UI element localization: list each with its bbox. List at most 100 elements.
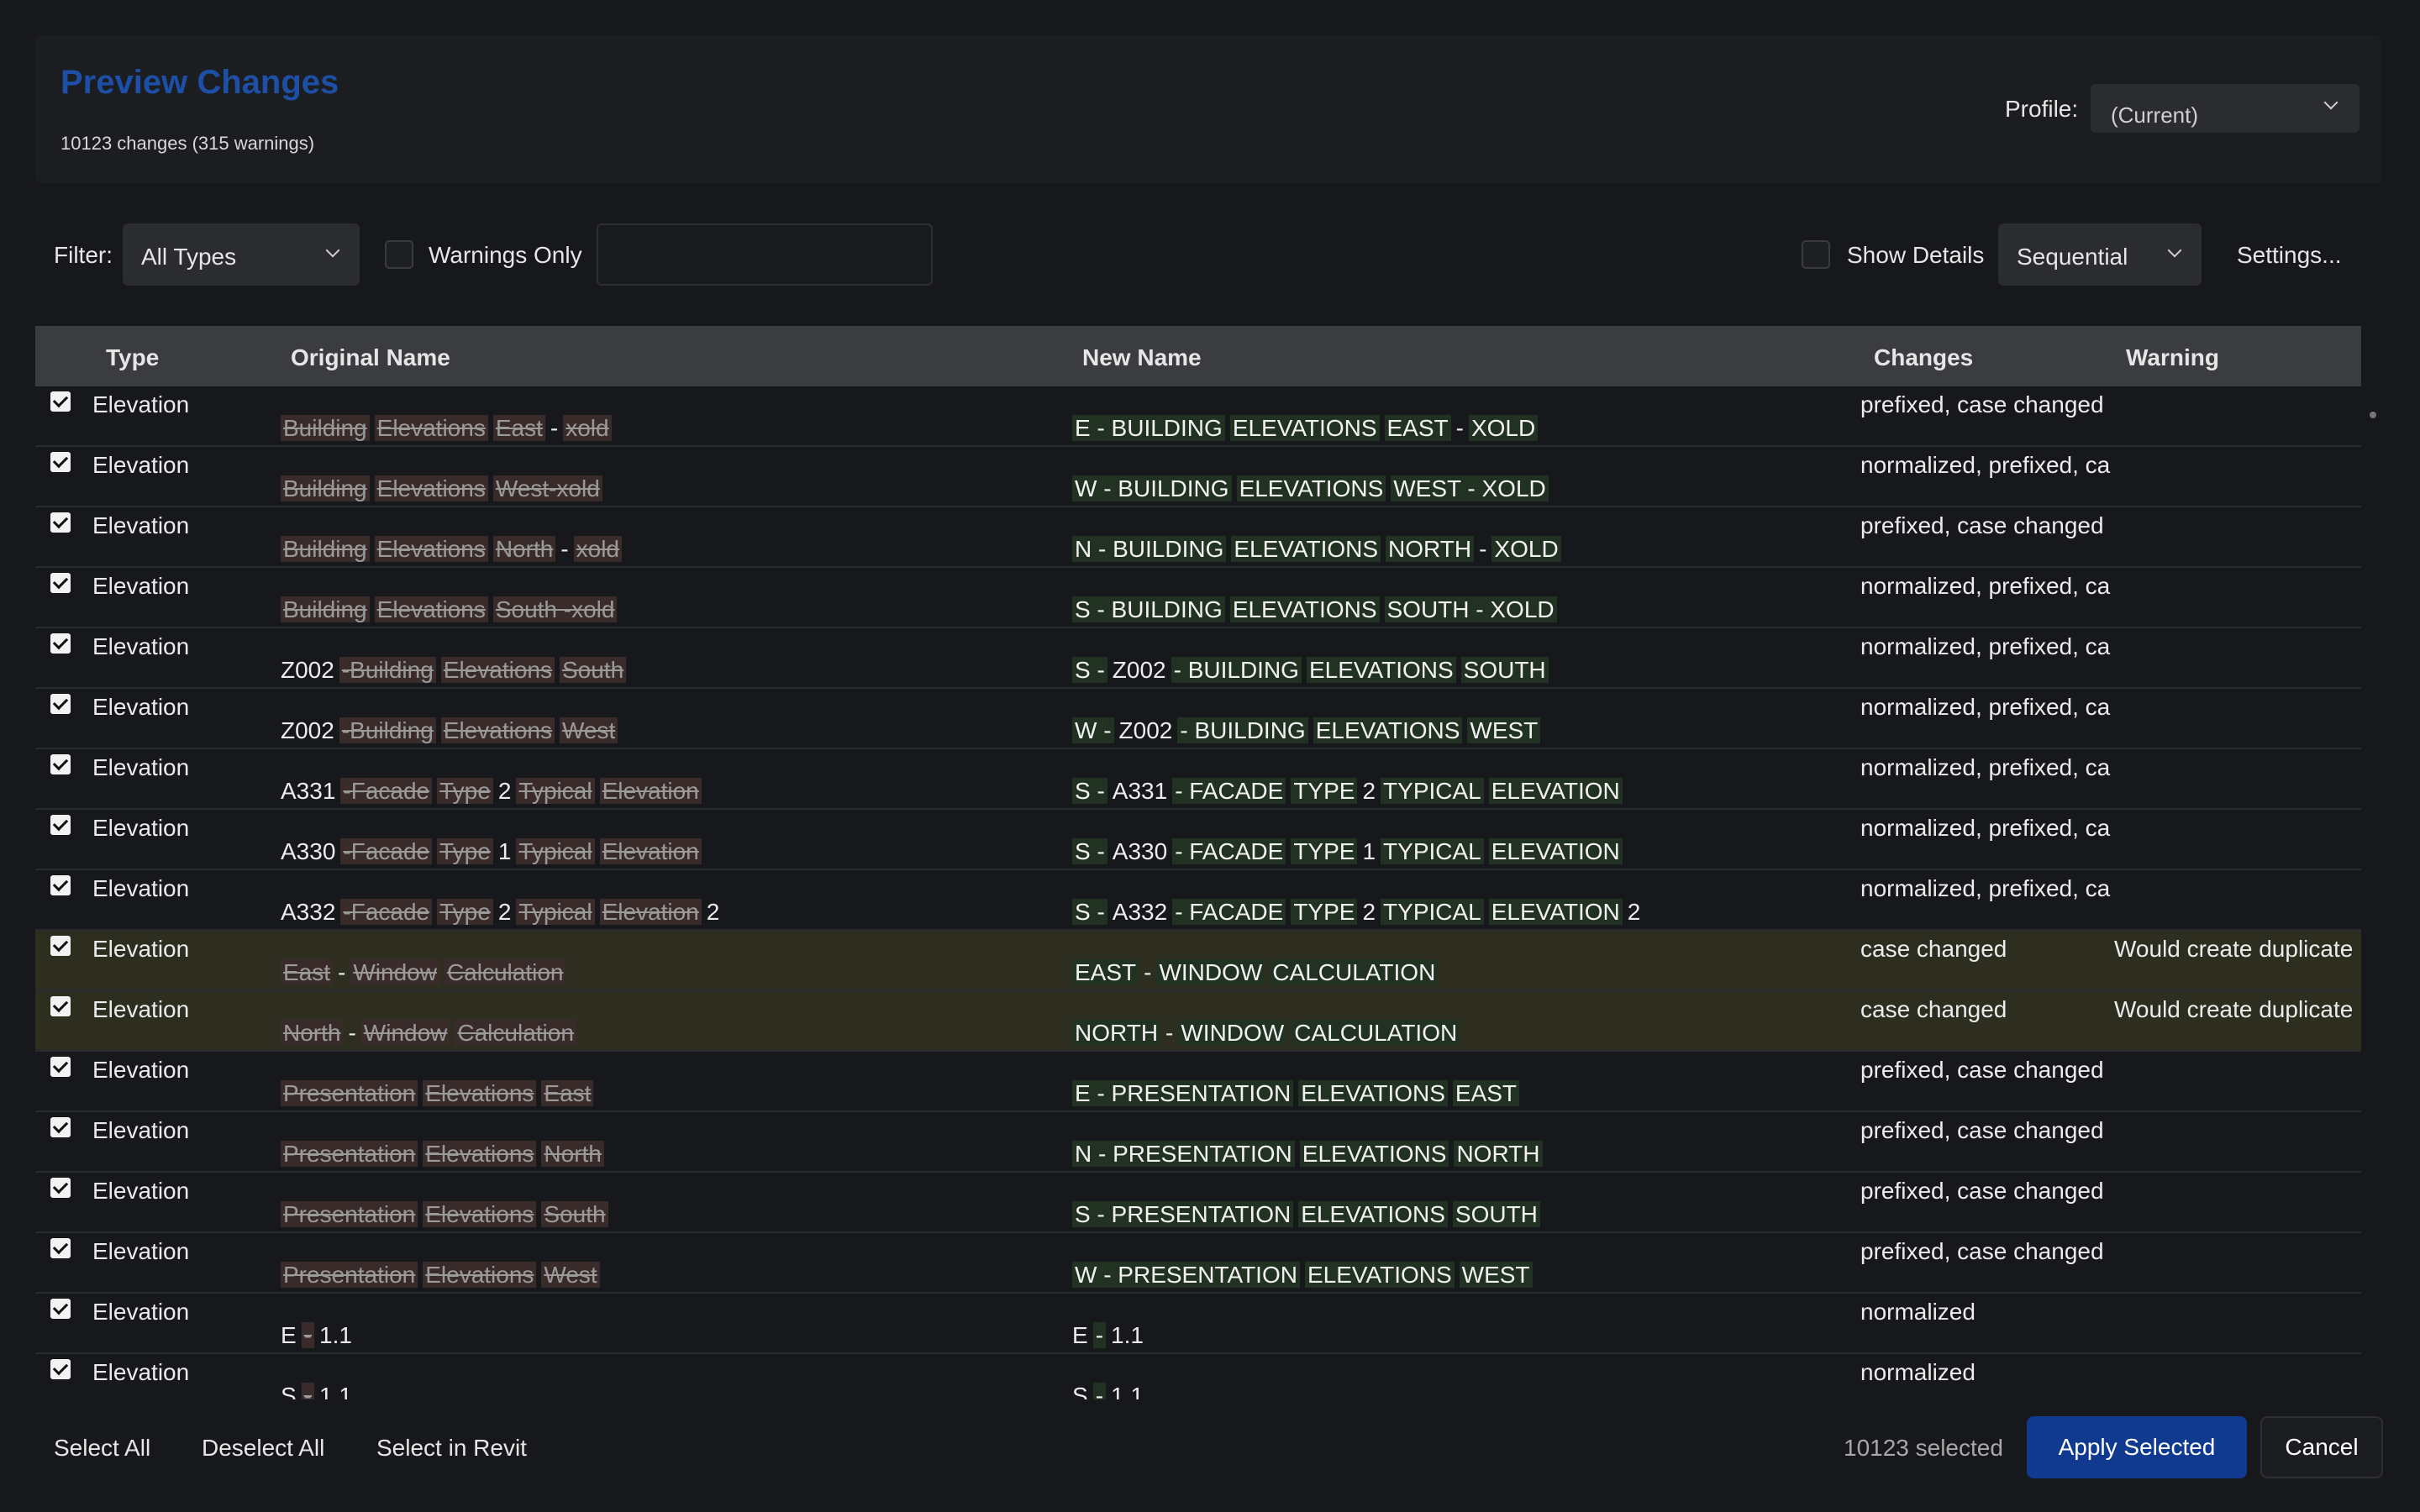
added-token: WINDOW (1156, 959, 1265, 985)
removed-token: Elevations (423, 1201, 537, 1227)
type-filter-dropdown[interactable]: All Types (123, 223, 360, 286)
row-checkbox[interactable] (50, 996, 71, 1016)
type-cell: Elevation (92, 875, 190, 901)
added-token: WEST (1459, 1262, 1533, 1288)
removed-token: East (541, 1080, 594, 1106)
changes-cell: prefixed, case changed (1860, 1057, 2104, 1083)
row-checkbox[interactable] (50, 512, 71, 533)
added-token: SOUTH (1452, 1201, 1540, 1227)
mode-dropdown[interactable]: Sequential (1998, 223, 2202, 286)
original-name-cell: A331 -Facade Type 2 Typical Elevation (281, 778, 707, 805)
table-row[interactable]: Elevation Z002 -Building Elevations West W -Z… (35, 689, 2361, 749)
removed-token: -Facade (340, 778, 433, 804)
removed-token: Building (281, 536, 370, 562)
row-checkbox[interactable] (50, 391, 71, 412)
added-token: NORTH (1386, 536, 1475, 562)
table-header: Type Original Name New Name Changes Warn… (35, 326, 2361, 386)
table-row[interactable]: Elevation Building Elevations North - xold N -… (35, 507, 2361, 568)
footer-bar: Select All Deselect All Select in Revit … (35, 1416, 2383, 1483)
changes-cell: case changed (1860, 936, 2007, 962)
new-name-cell: W - Z002- BUILDING ELEVATIONS WEST (1072, 717, 1545, 744)
removed-token: Elevations (374, 475, 488, 501)
show-details-checkbox[interactable] (1802, 240, 1830, 269)
warnings-only-checkbox[interactable] (385, 240, 413, 269)
removed-token: North (541, 1141, 604, 1167)
removed-token: Elevations (440, 717, 555, 743)
settings-button[interactable]: Settings... (2237, 242, 2342, 269)
table-row[interactable]: Elevation S -1.1 S -1.1 normalized (35, 1354, 2361, 1399)
table-row[interactable]: Elevation A330 -Facade Type 1 Typical Elevatio… (35, 810, 2361, 870)
select-in-revit-button[interactable]: Select in Revit (376, 1435, 527, 1462)
added-token: ELEVATION (1488, 899, 1623, 925)
table-row[interactable]: Elevation A332 -Facade Type 2 Typical Elevatio… (35, 870, 2361, 931)
deselect-all-button[interactable]: Deselect All (202, 1435, 324, 1462)
column-header-type[interactable]: Type (106, 344, 159, 371)
row-checkbox[interactable] (50, 1238, 71, 1258)
table-row[interactable]: Elevation Presentation Elevations West W - P… (35, 1233, 2361, 1294)
row-checkbox[interactable] (50, 1178, 71, 1198)
type-cell: Elevation (92, 633, 190, 659)
table-row[interactable]: Elevation North - Window Calculation NORTH - WI… (35, 991, 2361, 1052)
new-name-cell: S - A332- FACADE TYPE 2 TYPICAL ELEVATION 2 (1072, 899, 1645, 926)
row-checkbox[interactable] (50, 936, 71, 956)
table-row[interactable]: Elevation Presentation Elevations North N - … (35, 1112, 2361, 1173)
profile-dropdown[interactable]: (Current) (2091, 84, 2360, 133)
removed-token: Presentation (281, 1141, 418, 1167)
added-token: NORTH (1072, 1020, 1161, 1046)
row-checkbox[interactable] (50, 1057, 71, 1077)
added-token: ELEVATIONS (1298, 1080, 1448, 1106)
row-checkbox[interactable] (50, 694, 71, 714)
removed-token: - (301, 1383, 315, 1399)
row-checkbox[interactable] (50, 1117, 71, 1137)
original-name-cell: Presentation Elevations West (281, 1262, 605, 1289)
added-token: TYPE (1291, 899, 1358, 925)
table-body: Elevation Building Elevations East - xold E - … (35, 386, 2361, 1399)
row-checkbox[interactable] (50, 1299, 71, 1319)
table-row[interactable]: Elevation E -1.1 E -1.1 normalized (35, 1294, 2361, 1354)
removed-token: Building (281, 475, 370, 501)
cancel-button[interactable]: Cancel (2260, 1416, 2383, 1478)
column-header-original-name[interactable]: Original Name (291, 344, 450, 371)
row-checkbox[interactable] (50, 633, 71, 654)
table-row[interactable]: Elevation A331 -Facade Type 2 Typical Elevatio… (35, 749, 2361, 810)
select-all-button[interactable]: Select All (54, 1435, 150, 1462)
unchanged-token: 2 (1362, 899, 1376, 925)
row-checkbox[interactable] (50, 815, 71, 835)
column-header-new-name[interactable]: New Name (1082, 344, 1202, 371)
added-token: NORTH (1454, 1141, 1543, 1167)
row-checkbox[interactable] (50, 754, 71, 774)
table-row[interactable]: Elevation Presentation Elevations East E - P… (35, 1052, 2361, 1112)
table-row[interactable]: Elevation Building Elevations South -xold S … (35, 568, 2361, 628)
unchanged-token: A331 (281, 778, 336, 804)
changes-cell: prefixed, case changed (1860, 512, 2104, 538)
unchanged-token: 1.1 (1111, 1322, 1144, 1348)
removed-token: xold (563, 415, 612, 441)
changes-cell: normalized (1860, 1299, 1975, 1325)
type-cell: Elevation (92, 1057, 190, 1083)
column-header-changes[interactable]: Changes (1874, 344, 1973, 371)
removed-token: Window (360, 1020, 450, 1046)
added-token: S - PRESENTATION (1072, 1201, 1294, 1227)
removed-token: Typical (516, 838, 595, 864)
apply-selected-button[interactable]: Apply Selected (2027, 1416, 2247, 1478)
table-row[interactable]: Elevation Presentation Elevations South S - … (35, 1173, 2361, 1233)
removed-token: North (492, 536, 556, 562)
unchanged-token: S (1072, 1383, 1088, 1399)
added-token: - BUILDING (1177, 717, 1308, 743)
table-row[interactable]: Elevation Z002 -Building Elevations South S -… (35, 628, 2361, 689)
row-checkbox[interactable] (50, 875, 71, 895)
table-row[interactable]: Elevation Building Elevations East - xold E - … (35, 386, 2361, 447)
row-checkbox[interactable] (50, 1359, 71, 1379)
removed-token: Type (437, 838, 493, 864)
table-row[interactable]: Elevation Building Elevations West-xold W - … (35, 447, 2361, 507)
row-checkbox[interactable] (50, 452, 71, 472)
added-token: TYPICAL (1381, 838, 1484, 864)
removed-token: Elevation (599, 838, 702, 864)
row-checkbox[interactable] (50, 573, 71, 593)
table-row[interactable]: Elevation East - Window Calculation EAST - WIND… (35, 931, 2361, 991)
removed-token: Elevations (423, 1262, 537, 1288)
scrollbar[interactable] (2370, 412, 2376, 418)
search-input[interactable] (597, 223, 933, 286)
type-filter-value: All Types (141, 244, 237, 270)
column-header-warning[interactable]: Warning (2126, 344, 2219, 371)
